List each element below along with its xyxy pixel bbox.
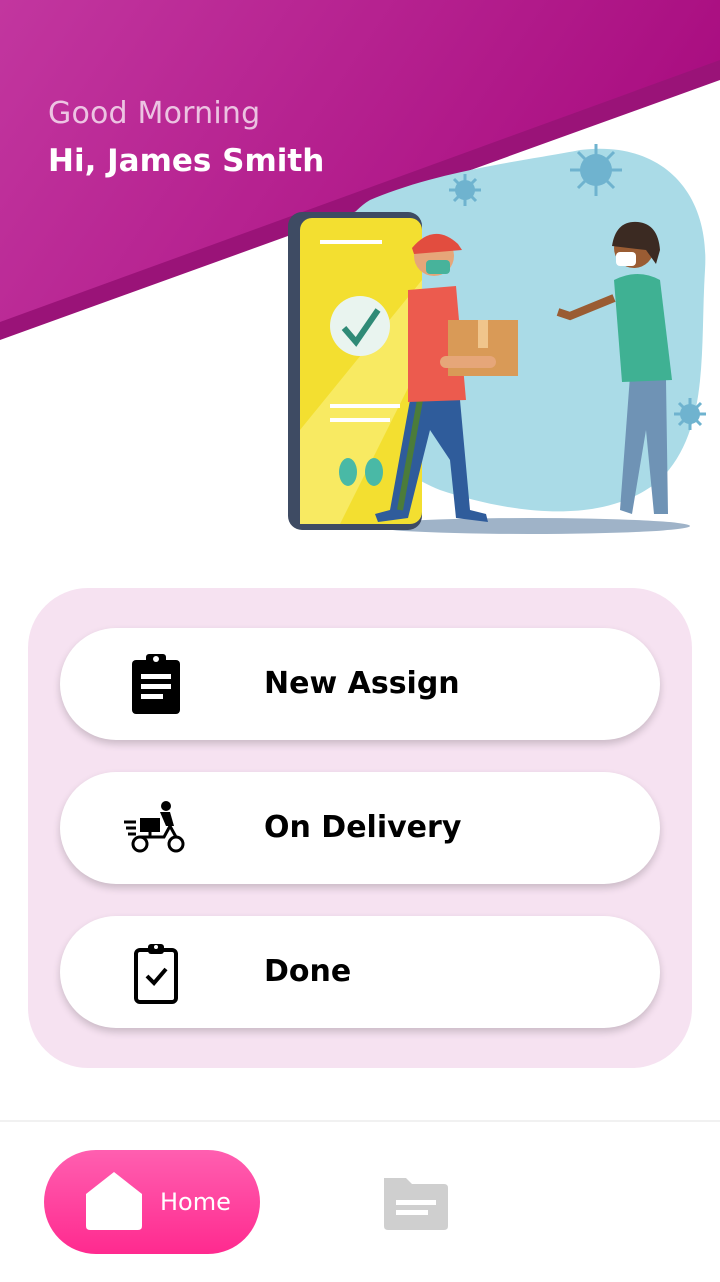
- done-button[interactable]: Done: [60, 916, 660, 1028]
- delivery-illustration: [288, 144, 706, 534]
- on-delivery-label: On Delivery: [264, 810, 462, 845]
- greeting-text: Good Morning: [48, 96, 261, 131]
- new-assign-label: New Assign: [264, 666, 460, 701]
- on-delivery-button[interactable]: On Delivery: [60, 772, 660, 884]
- nav-home-label: Home: [160, 1188, 231, 1216]
- clipboard-list-icon: [132, 654, 180, 714]
- nav-home-button[interactable]: Home: [44, 1150, 260, 1254]
- clipboard-check-icon: [134, 944, 178, 1004]
- bottom-navigation: Home: [0, 1120, 720, 1282]
- new-assign-button[interactable]: New Assign: [60, 628, 660, 740]
- home-icon: [86, 1172, 142, 1230]
- done-label: Done: [264, 954, 352, 989]
- folder-icon[interactable]: [376, 1170, 452, 1234]
- delivery-scooter-icon: [124, 801, 185, 853]
